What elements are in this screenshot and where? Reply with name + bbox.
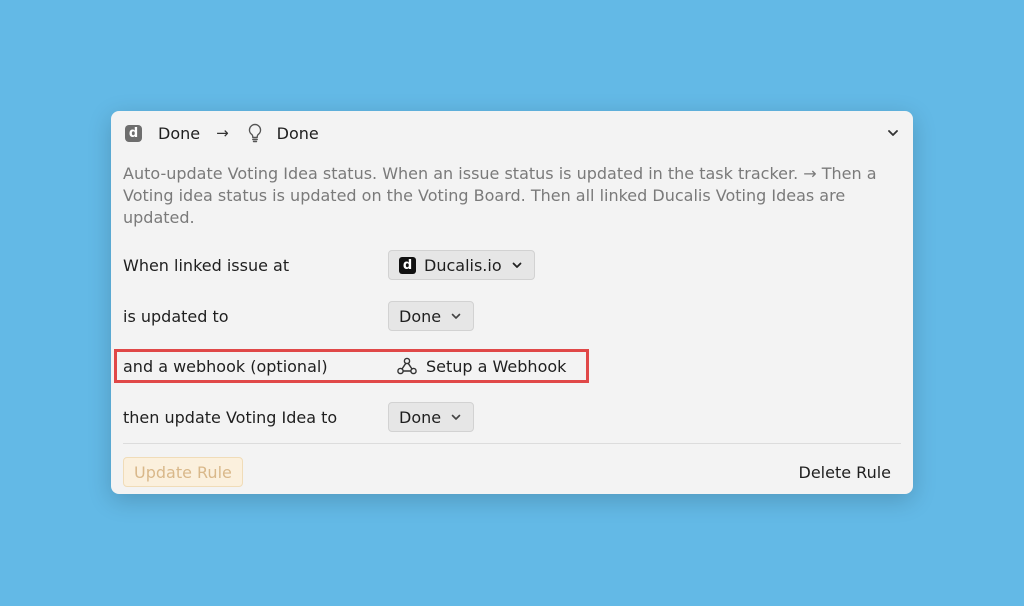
arrow-right-icon: → — [216, 124, 229, 142]
chevron-down-icon[interactable] — [887, 129, 899, 137]
ducalis-logo-icon: d — [125, 124, 142, 142]
footer-divider — [123, 443, 901, 444]
issue-status-select-value: Done — [399, 306, 442, 326]
automation-rule-card: d Done → Done Auto-update Voting Idea st… — [111, 111, 913, 494]
updated-to-label: is updated to — [123, 306, 229, 326]
webhook-label: and a webhook (optional) — [123, 356, 328, 376]
voting-idea-label: then update Voting Idea to — [123, 407, 338, 427]
linked-issue-label: When linked issue at — [123, 255, 290, 275]
chevron-down-icon — [451, 313, 461, 320]
source-status: Done — [158, 123, 201, 143]
lightbulb-icon — [247, 123, 263, 143]
delete-rule-button[interactable]: Delete Rule — [799, 457, 891, 487]
ducalis-logo-icon: d — [399, 256, 416, 274]
updated-to-row: is updated to Done — [123, 300, 903, 332]
webhook-icon — [397, 357, 417, 375]
target-status: Done — [276, 123, 319, 143]
issue-status-select[interactable]: Done — [388, 301, 475, 331]
tracker-select-value: Ducalis.io — [424, 255, 502, 275]
voting-status-select[interactable]: Done — [388, 402, 475, 432]
rule-description: Auto-update Voting Idea status. When an … — [123, 164, 877, 227]
tracker-select[interactable]: d Ducalis.io — [388, 250, 535, 280]
webhook-row: and a webhook (optional) Setup a Webhook — [123, 350, 903, 382]
rule-header[interactable]: d Done → Done — [125, 122, 899, 144]
setup-webhook-button[interactable]: Setup a Webhook — [396, 356, 566, 376]
chevron-down-icon — [512, 262, 522, 269]
voting-idea-row: then update Voting Idea to Done — [123, 401, 903, 433]
chevron-down-icon — [451, 414, 461, 421]
setup-webhook-label: Setup a Webhook — [426, 356, 567, 376]
voting-status-select-value: Done — [399, 407, 442, 427]
linked-issue-row: When linked issue at d Ducalis.io — [123, 249, 903, 281]
update-rule-button[interactable]: Update Rule — [123, 457, 243, 487]
